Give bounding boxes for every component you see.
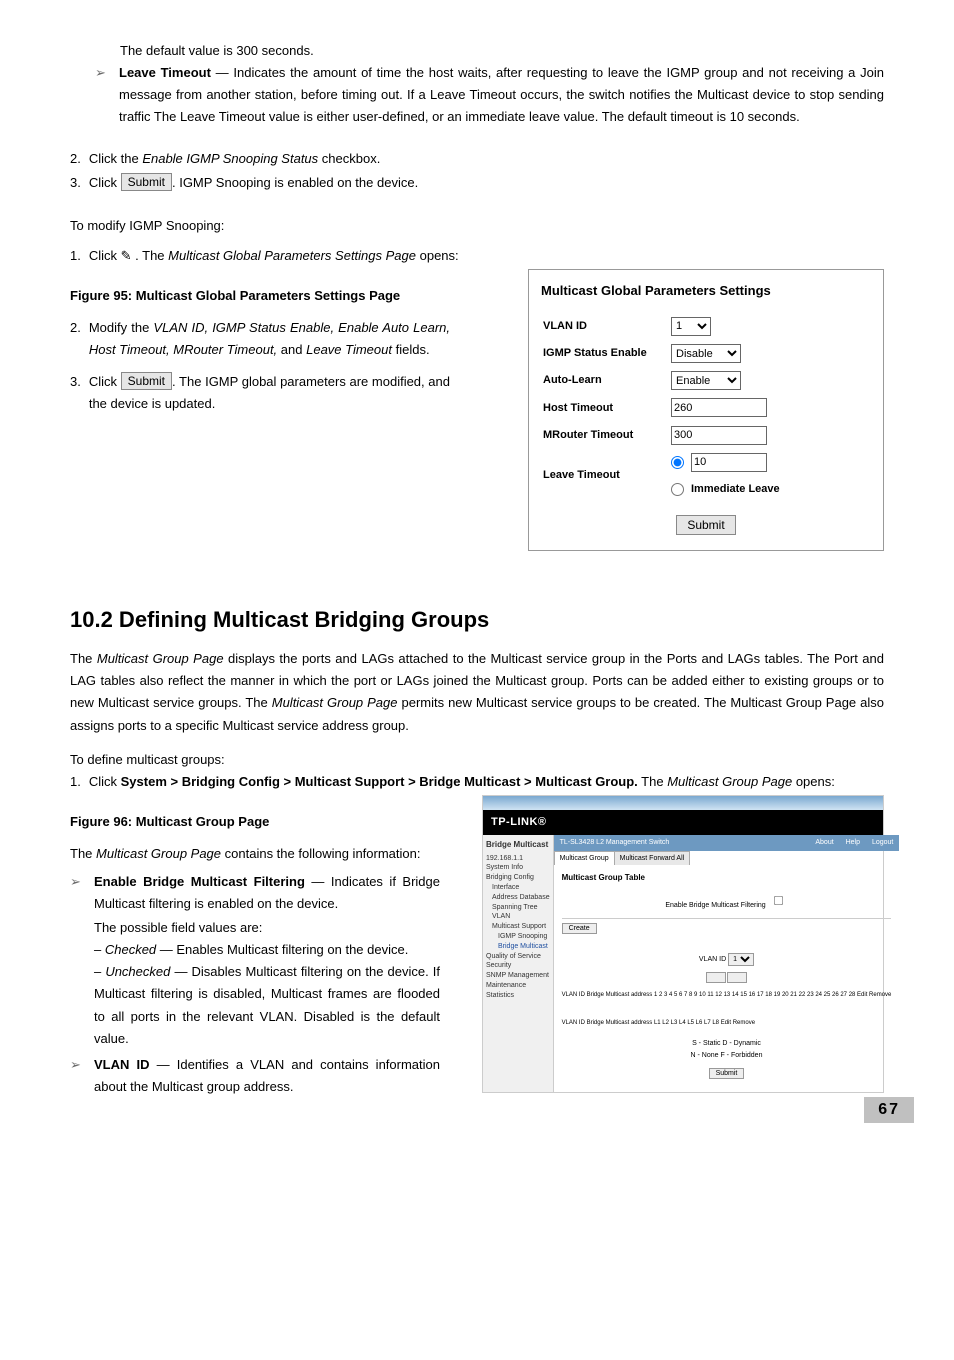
modify-step3: Click Submit. The IGMP global parameters…: [89, 371, 450, 415]
mrouter-timeout-label: MRouter Timeout: [543, 423, 669, 448]
modify-step2: Modify the VLAN ID, IGMP Status Enable, …: [89, 317, 450, 361]
host-timeout-label: Host Timeout: [543, 395, 669, 420]
bullet-vlan-id: VLAN ID — Identifies a VLAN and contains…: [94, 1054, 440, 1098]
sidebar-item[interactable]: Interface: [486, 883, 550, 893]
sidebar-item[interactable]: 192.168.1.1: [486, 854, 550, 864]
host-timeout-input[interactable]: [671, 398, 767, 417]
default-value-line: The default value is 300 seconds.: [120, 40, 884, 62]
leave-timeout-input[interactable]: [691, 453, 767, 472]
vlan-id-select[interactable]: 1: [671, 317, 711, 336]
figure-96-submit-button[interactable]: Submit: [709, 1068, 745, 1079]
igmp-status-select[interactable]: Disable: [671, 344, 741, 363]
sidebar-item[interactable]: Address Database: [486, 893, 550, 903]
about-link[interactable]: About: [815, 839, 833, 846]
step-number: 3.: [70, 172, 81, 194]
auto-learn-label: Auto-Learn: [543, 368, 669, 393]
bullet-arrow-icon: ➢: [70, 871, 84, 893]
sidebar-item[interactable]: Quality of Service: [486, 952, 550, 962]
step3-text: Click Submit. IGMP Snooping is enabled o…: [89, 172, 418, 194]
modify-intro: To modify IGMP Snooping:: [70, 215, 884, 237]
bullet-enable-filter: Enable Bridge Multicast Filtering — Indi…: [94, 871, 440, 915]
legend-line-2: N - None F - Forbidden: [562, 1050, 892, 1062]
tp-link-logo: TP-LINK®: [483, 810, 883, 835]
step-number: 2.: [70, 148, 81, 170]
step-number: 1.: [70, 245, 81, 267]
igmp-status-label: IGMP Status Enable: [543, 341, 669, 366]
modify-step1: Click ✎ . The Multicast Global Parameter…: [89, 245, 459, 267]
auto-learn-select[interactable]: Enable: [671, 371, 741, 390]
submit-button-inline[interactable]: Submit: [121, 372, 172, 390]
mgp-intro: The Multicast Group Page contains the fo…: [70, 843, 440, 865]
step2-text: Click the Enable IGMP Snooping Status ch…: [89, 148, 380, 170]
vlan-id-label: VLAN ID: [543, 314, 669, 339]
device-title: TL-SL3428 L2 Management Switch: [560, 837, 670, 849]
figure-96-sidebar: Bridge Multicast 192.168.1.1 System Info…: [483, 835, 554, 1092]
bullet-arrow-icon: ➢: [70, 1054, 84, 1076]
sidebar-item-selected[interactable]: Bridge Multicast: [486, 942, 550, 952]
sidebar-item[interactable]: Spanning Tree: [486, 903, 550, 913]
step-number: 3.: [70, 371, 81, 393]
enable-filter-checkbox[interactable]: [774, 896, 783, 905]
mrouter-timeout-input[interactable]: [671, 426, 767, 445]
legend-line-1: S - Static D - Dynamic: [562, 1038, 892, 1050]
sidebar-item[interactable]: Security: [486, 961, 550, 971]
vlan-id-lbl: VLAN ID: [699, 956, 726, 963]
page-number: 67: [864, 1097, 914, 1123]
figure-95-title: Multicast Global Parameters Settings: [541, 280, 871, 302]
figure-95-panel: Multicast Global Parameters Settings VLA…: [528, 269, 884, 551]
leave-timeout-radio-value[interactable]: [671, 456, 684, 469]
checked-option: – Checked — Enables Multicast filtering …: [94, 939, 440, 961]
figure-96-panel: TP-LINK® Bridge Multicast 192.168.1.1 Sy…: [482, 795, 884, 1093]
sidebar-item[interactable]: Multicast Support: [486, 922, 550, 932]
help-link[interactable]: Help: [846, 839, 860, 846]
step-number: 2.: [70, 317, 81, 339]
leave-timeout-label: Leave Timeout: [119, 65, 211, 80]
create-button[interactable]: Create: [562, 923, 597, 934]
bullet-arrow-icon: ➢: [95, 62, 109, 84]
sidebar-item[interactable]: Bridging Config: [486, 873, 550, 883]
sidebar-item[interactable]: VLAN: [486, 912, 550, 922]
next-button[interactable]: [727, 972, 747, 983]
sidebar-item[interactable]: IGMP Snooping: [486, 932, 550, 942]
logout-link[interactable]: Logout: [872, 839, 893, 846]
section-heading: 10.2 Defining Multicast Bridging Groups: [70, 601, 884, 638]
enable-filter-label: Enable Bridge Multicast Filtering: [665, 902, 765, 909]
vlan-id-select-f96[interactable]: 1: [728, 953, 754, 966]
tab-multicast-group[interactable]: Multicast Group: [554, 851, 615, 866]
define-step1: Click System > Bridging Config > Multica…: [89, 771, 835, 793]
table-header-ports: VLAN ID Bridge Multicast address 1 2 3 4…: [562, 990, 892, 1000]
immediate-leave-label: Immediate Leave: [691, 480, 780, 499]
leave-timeout-field-label: Leave Timeout: [543, 450, 669, 502]
define-intro: To define multicast groups:: [70, 749, 884, 771]
figure-95-submit-button[interactable]: Submit: [676, 515, 735, 535]
possible-values-text: The possible field values are:: [94, 917, 440, 939]
table-header-lags: VLAN ID Bridge Multicast address L1 L2 L…: [562, 1018, 892, 1028]
leave-timeout-bullet: Leave Timeout — Indicates the amount of …: [119, 62, 884, 128]
prev-button[interactable]: [706, 972, 726, 983]
step-number: 1.: [70, 771, 81, 793]
sidebar-item[interactable]: Maintenance: [486, 981, 550, 991]
immediate-leave-radio[interactable]: [671, 483, 684, 496]
unchecked-option: – Unchecked — Disables Multicast filteri…: [94, 961, 440, 1049]
sidebar-item[interactable]: SNMP Management: [486, 971, 550, 981]
sidebar-item[interactable]: System Info: [486, 863, 550, 873]
submit-button-inline[interactable]: Submit: [121, 173, 172, 191]
tab-multicast-forward-all[interactable]: Multicast Forward All: [614, 851, 691, 866]
sidebar-item[interactable]: Statistics: [486, 991, 550, 1001]
sidebar-title: Bridge Multicast: [486, 839, 550, 850]
panel-title: Multicast Group Table: [562, 871, 892, 885]
section-paragraph: The Multicast Group Page displays the po…: [70, 648, 884, 736]
pencil-icon: ✎: [121, 248, 132, 263]
